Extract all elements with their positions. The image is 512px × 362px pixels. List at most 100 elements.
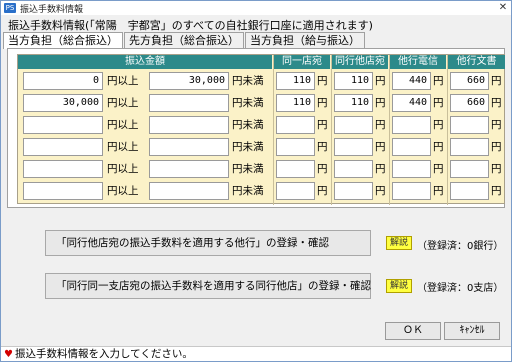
yen-label: 円 xyxy=(375,119,386,131)
fee-grid: 振込金額 同一店宛 同行他店宛 他行電信 他行文書 0 円以上 30,000 円未満 1… xyxy=(17,54,506,205)
header-amount: 振込金額 xyxy=(18,55,272,69)
help-other-bank-button[interactable]: 解説 xyxy=(386,236,412,250)
yen-label: 円 xyxy=(491,75,502,87)
amount-to-input[interactable] xyxy=(149,94,229,112)
amount-from-input[interactable]: 0 xyxy=(23,72,103,90)
from-label: 円以上 xyxy=(107,141,139,153)
tab-bar: 当方負担（総合振込） 先方負担（総合振込） 当方負担（給与振込） xyxy=(3,32,366,49)
table-row: 円以上 円未満 円 円 円 円 xyxy=(18,182,506,204)
heart-icon: ♥ xyxy=(4,349,13,360)
table-row: 円以上 円未満 円 円 円 円 xyxy=(18,138,506,160)
amount-from-input[interactable] xyxy=(23,160,103,178)
yen-label: 円 xyxy=(433,185,444,197)
other-doc-fee-input[interactable] xyxy=(450,116,489,134)
yen-label: 円 xyxy=(433,163,444,175)
from-label: 円以上 xyxy=(107,75,139,87)
yen-label: 円 xyxy=(375,97,386,109)
yen-label: 円 xyxy=(317,119,328,131)
window-title: 振込手数料情報 xyxy=(20,4,84,15)
yen-label: 円 xyxy=(491,163,502,175)
amount-from-input[interactable] xyxy=(23,182,103,200)
yen-label: 円 xyxy=(375,163,386,175)
same-bank-other-fee-input[interactable] xyxy=(334,116,373,134)
amount-to-input[interactable] xyxy=(149,160,229,178)
tab-payer-salary[interactable]: 当方負担（給与振込） xyxy=(245,32,365,48)
yen-label: 円 xyxy=(433,119,444,131)
same-branch-fee-input[interactable] xyxy=(276,182,315,200)
cancel-button[interactable]: ｷｬﾝｾﾙ xyxy=(444,322,500,340)
yen-label: 円 xyxy=(491,119,502,131)
amount-from-input[interactable] xyxy=(23,138,103,156)
close-icon[interactable]: ✕ xyxy=(497,2,509,14)
other-elec-fee-input[interactable]: 440 xyxy=(392,72,431,90)
tab-payer-general[interactable]: 当方負担（総合振込） xyxy=(3,32,123,49)
header-same-bank-other: 同行他店宛 xyxy=(332,55,388,69)
header-other-elec: 他行電信 xyxy=(390,55,446,69)
yen-label: 円 xyxy=(491,141,502,153)
yen-label: 円 xyxy=(491,185,502,197)
from-label: 円以上 xyxy=(107,163,139,175)
title-bar: PS 振込手数料情報 ✕ xyxy=(1,1,511,15)
same-branch-fee-input[interactable] xyxy=(276,138,315,156)
same-bank-other-fee-input[interactable] xyxy=(334,138,373,156)
help-same-bank-button[interactable]: 解説 xyxy=(386,279,412,293)
other-elec-fee-input[interactable] xyxy=(392,116,431,134)
ok-button[interactable]: ＯＫ xyxy=(385,322,441,340)
to-label: 円未満 xyxy=(232,185,264,197)
to-label: 円未満 xyxy=(232,119,264,131)
other-doc-fee-input[interactable] xyxy=(450,138,489,156)
amount-from-input[interactable] xyxy=(23,116,103,134)
other-doc-fee-input[interactable]: 660 xyxy=(450,94,489,112)
same-branch-fee-input[interactable]: 110 xyxy=(276,94,315,112)
app-icon: PS xyxy=(4,3,16,13)
same-branch-fee-input[interactable] xyxy=(276,116,315,134)
to-label: 円未満 xyxy=(232,97,264,109)
table-row: 円以上 円未満 円 円 円 円 xyxy=(18,160,506,182)
same-bank-other-fee-input[interactable] xyxy=(334,182,373,200)
other-elec-fee-input[interactable] xyxy=(392,138,431,156)
amount-to-input[interactable]: 30,000 xyxy=(149,72,229,90)
yen-label: 円 xyxy=(317,163,328,175)
yen-label: 円 xyxy=(375,75,386,87)
same-bank-other-fee-input[interactable]: 110 xyxy=(334,72,373,90)
other-doc-fee-input[interactable] xyxy=(450,160,489,178)
yen-label: 円 xyxy=(375,185,386,197)
same-bank-status: （登録済：0支店） xyxy=(417,283,504,294)
same-branch-fee-input[interactable] xyxy=(276,160,315,178)
from-label: 円以上 xyxy=(107,97,139,109)
yen-label: 円 xyxy=(317,75,328,87)
register-other-bank-button[interactable]: 「同行他店宛の振込手数料を適用する他行」の登録・確認 xyxy=(45,230,371,256)
amount-to-input[interactable] xyxy=(149,138,229,156)
amount-to-input[interactable] xyxy=(149,182,229,200)
tab-payee-general[interactable]: 先方負担（総合振込） xyxy=(124,32,244,48)
to-label: 円未満 xyxy=(232,163,264,175)
same-branch-fee-input[interactable]: 110 xyxy=(276,72,315,90)
table-row: 円以上 円未満 円 円 円 円 xyxy=(18,116,506,138)
from-label: 円以上 xyxy=(107,185,139,197)
yen-label: 円 xyxy=(317,185,328,197)
table-row: 0 円以上 30,000 円未満 110 円 110 円 440 円 660 円 xyxy=(18,72,506,94)
yen-label: 円 xyxy=(433,141,444,153)
register-same-bank-button[interactable]: 「同行同一支店宛の振込手数料を適用する同行他店」の登録・確認 xyxy=(45,273,371,299)
other-doc-fee-input[interactable]: 660 xyxy=(450,72,489,90)
header-same-branch: 同一店宛 xyxy=(274,55,330,69)
other-elec-fee-input[interactable] xyxy=(392,182,431,200)
amount-from-input[interactable]: 30,000 xyxy=(23,94,103,112)
same-bank-other-fee-input[interactable] xyxy=(334,160,373,178)
page-title: 振込手数料情報(「常陽 宇都宮」のすべての自社銀行口座に適用されます) xyxy=(8,19,373,32)
other-elec-fee-input[interactable] xyxy=(392,160,431,178)
to-label: 円未満 xyxy=(232,75,264,87)
to-label: 円未満 xyxy=(232,141,264,153)
yen-label: 円 xyxy=(491,97,502,109)
yen-label: 円 xyxy=(317,141,328,153)
table-row: 30,000 円以上 円未満 110 円 110 円 440 円 660 円 xyxy=(18,94,506,116)
other-elec-fee-input[interactable]: 440 xyxy=(392,94,431,112)
status-text: 振込手数料情報を入力してください。 xyxy=(14,348,193,360)
yen-label: 円 xyxy=(375,141,386,153)
amount-to-input[interactable] xyxy=(149,116,229,134)
other-bank-status: （登録済：0銀行） xyxy=(417,241,504,252)
from-label: 円以上 xyxy=(107,119,139,131)
same-bank-other-fee-input[interactable]: 110 xyxy=(334,94,373,112)
other-doc-fee-input[interactable] xyxy=(450,182,489,200)
yen-label: 円 xyxy=(433,97,444,109)
